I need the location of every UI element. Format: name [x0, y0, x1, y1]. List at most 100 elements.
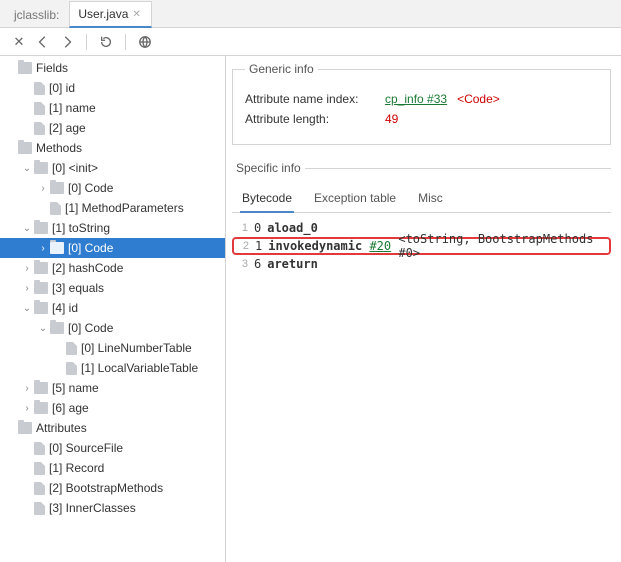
chevron-down-icon[interactable]: ⌄ — [36, 323, 50, 334]
tree-item[interactable]: [1] Record — [0, 458, 225, 478]
tab-label: jclasslib: — [14, 8, 59, 22]
attr-length-label: Attribute length: — [245, 112, 385, 126]
tree-item-label: [1] MethodParameters — [65, 201, 184, 215]
line-number: 2 — [236, 240, 249, 252]
bytecode-offset: 1 — [255, 239, 262, 253]
tree-item-label: Methods — [36, 141, 82, 155]
tree-item[interactable]: [0] SourceFile — [0, 438, 225, 458]
file-icon — [34, 442, 45, 455]
tree-item-label: [2] hashCode — [52, 261, 123, 275]
chevron-down-icon[interactable]: ⌄ — [20, 223, 34, 234]
tree-item-label: Fields — [36, 61, 68, 75]
editor-tabs: jclasslib: User.java ✕ — [0, 0, 621, 28]
tree-item-label: [2] BootstrapMethods — [49, 481, 163, 495]
tree-item[interactable]: Fields — [0, 58, 225, 78]
close-icon[interactable]: ✕ — [10, 33, 28, 51]
tree-item-label: [0] Code — [68, 321, 113, 335]
folder-icon — [34, 382, 48, 394]
folder-icon — [50, 242, 64, 254]
tree-item-label: Attributes — [36, 421, 87, 435]
line-number: 1 — [234, 222, 248, 234]
chevron-right-icon[interactable]: › — [20, 403, 34, 414]
main-panel: Generic info Attribute name index: cp_in… — [226, 56, 621, 562]
forward-icon[interactable] — [58, 33, 76, 51]
tree-item-label: [1] LocalVariableTable — [81, 361, 198, 375]
file-icon — [34, 462, 45, 475]
attr-name-index-row: Attribute name index: cp_info #33 <Code> — [245, 92, 598, 106]
tree-item[interactable]: [1] LocalVariableTable — [0, 358, 225, 378]
tree-item[interactable]: › [5] name — [0, 378, 225, 398]
tree-item[interactable]: [0] LineNumberTable — [0, 338, 225, 358]
tree-item[interactable]: Attributes — [0, 418, 225, 438]
chevron-right-icon[interactable]: › — [36, 183, 50, 194]
tree-item-label: [0] SourceFile — [49, 441, 123, 455]
tab-misc[interactable]: Misc — [416, 185, 445, 213]
tree-item-label: [6] age — [52, 401, 89, 415]
close-icon[interactable]: ✕ — [132, 9, 140, 20]
folder-icon — [34, 402, 48, 414]
inner-tabs: Bytecode Exception table Misc — [232, 185, 611, 213]
specific-info-box: Specific info Bytecode Exception table M… — [232, 161, 611, 285]
tree-item-label: [0] Code — [68, 181, 113, 195]
chevron-right-icon[interactable]: › — [20, 283, 34, 294]
tree-item[interactable]: [2] age — [0, 118, 225, 138]
tree-item[interactable]: ›[0] Code — [0, 238, 225, 258]
tree-item[interactable]: [3] InnerClasses — [0, 498, 225, 518]
tree-item-label: [1] toString — [52, 221, 110, 235]
bytecode-comment: <toString, BootstrapMethods #0> — [398, 232, 607, 260]
tree-item[interactable]: [0] id — [0, 78, 225, 98]
chevron-right-icon[interactable]: › — [20, 263, 34, 274]
tree-item[interactable]: › [0] Code — [0, 178, 225, 198]
folder-icon — [34, 282, 48, 294]
file-icon — [34, 122, 45, 135]
tree-item[interactable]: [1] name — [0, 98, 225, 118]
tree-item[interactable]: Methods — [0, 138, 225, 158]
separator — [125, 34, 126, 50]
tree-item[interactable]: ⌄ [0] Code — [0, 318, 225, 338]
file-icon — [34, 102, 45, 115]
tree-item-label: [1] name — [49, 101, 96, 115]
attr-length-row: Attribute length: 49 — [245, 112, 598, 126]
line-number: 3 — [234, 258, 248, 270]
cp-info-link[interactable]: cp_info #33 — [385, 92, 447, 106]
back-icon[interactable] — [34, 33, 52, 51]
globe-icon[interactable] — [136, 33, 154, 51]
folder-icon — [18, 142, 32, 154]
tree-item-label: [0] LineNumberTable — [81, 341, 192, 355]
chevron-right-icon[interactable]: › — [36, 243, 50, 254]
tree-item[interactable]: [2] BootstrapMethods — [0, 478, 225, 498]
folder-icon — [34, 162, 48, 174]
bytecode-arg-link[interactable]: #20 — [369, 239, 391, 253]
file-icon — [66, 362, 77, 375]
tree-item[interactable]: ⌄ [1] toString — [0, 218, 225, 238]
tree-item[interactable]: ⌄ [0] <init> — [0, 158, 225, 178]
bytecode-offset: 6 — [254, 257, 261, 271]
tab-bytecode[interactable]: Bytecode — [240, 185, 294, 213]
tree-item-label: [0] <init> — [52, 161, 98, 175]
chevron-down-icon[interactable]: ⌄ — [20, 303, 34, 314]
folder-icon — [34, 302, 48, 314]
file-icon — [34, 502, 45, 515]
tab-exception-table[interactable]: Exception table — [312, 185, 398, 213]
bytecode-opcode: invokedynamic — [268, 239, 362, 253]
tree-sidebar: Fields[0] id[1] name[2] ageMethods⌄[0] <… — [0, 56, 226, 562]
refresh-icon[interactable] — [97, 33, 115, 51]
chevron-down-icon[interactable]: ⌄ — [20, 163, 34, 174]
toolbar: ✕ — [0, 28, 621, 56]
file-icon — [34, 482, 45, 495]
tree-item[interactable]: › [2] hashCode — [0, 258, 225, 278]
tree-item[interactable]: ⌄[4] id — [0, 298, 225, 318]
tree-item-label: [2] age — [49, 121, 86, 135]
tab-user-java[interactable]: User.java ✕ — [69, 1, 151, 28]
tree-item[interactable]: [1] MethodParameters — [0, 198, 225, 218]
tree-item[interactable]: › [3] equals — [0, 278, 225, 298]
tab-jclasslib[interactable]: jclasslib: — [6, 3, 69, 27]
code-tag: <Code> — [457, 92, 500, 106]
tree-item-label: [3] equals — [52, 281, 104, 295]
tree-item-label: [5] name — [52, 381, 99, 395]
folder-icon — [18, 62, 32, 74]
chevron-right-icon[interactable]: › — [20, 383, 34, 394]
tree-item[interactable]: › [6] age — [0, 398, 225, 418]
generic-info-box: Generic info Attribute name index: cp_in… — [232, 62, 611, 145]
file-icon — [34, 82, 45, 95]
